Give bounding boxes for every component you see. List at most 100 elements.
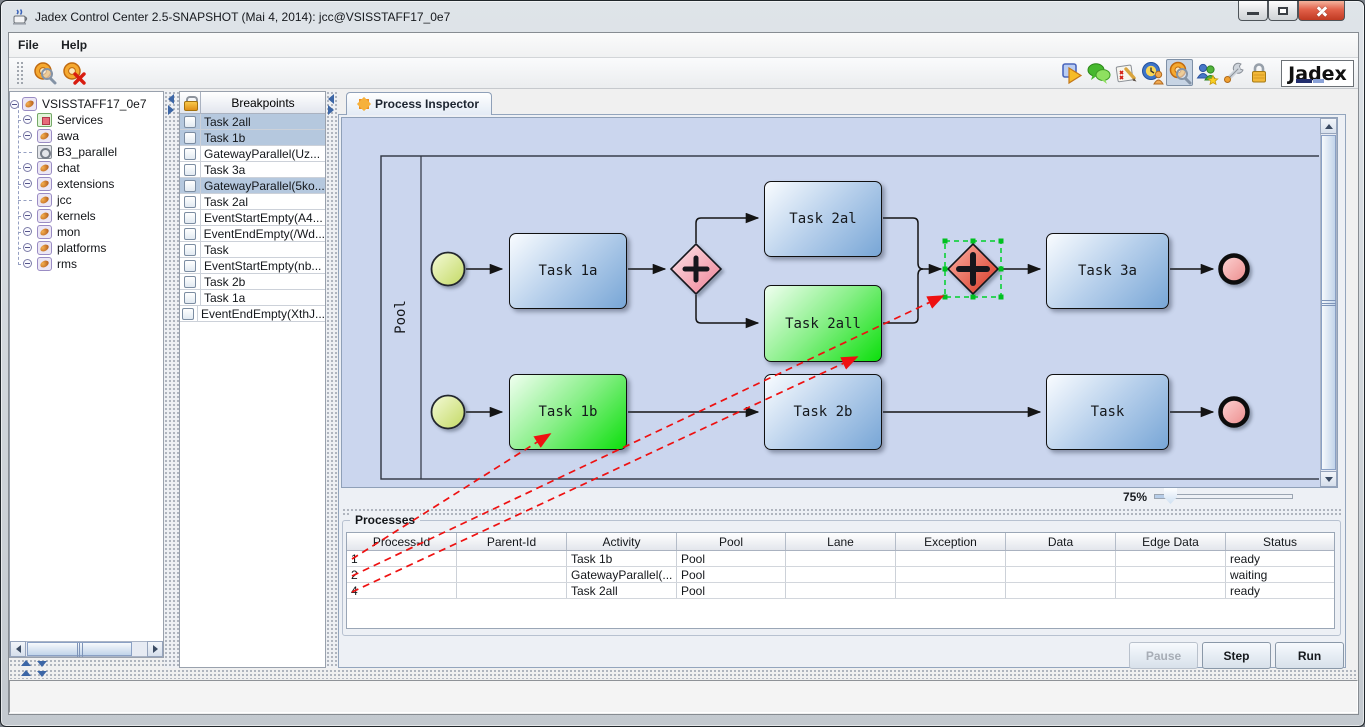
task-node-2all-active[interactable]: Task 2all — [764, 285, 882, 362]
breakpoint-label[interactable]: Task 1b — [201, 131, 245, 145]
breakpoint-checkbox-cell[interactable] — [180, 130, 201, 145]
tree-item-label[interactable]: chat — [57, 161, 80, 175]
test-center-button[interactable] — [1112, 59, 1139, 86]
end-event-top[interactable] — [1221, 256, 1248, 283]
checkbox[interactable] — [184, 116, 196, 128]
toolbar-grip[interactable] — [16, 61, 24, 85]
scroll-down-button[interactable] — [1320, 471, 1337, 487]
tree-expand-handle[interactable] — [23, 227, 32, 236]
process-row[interactable]: 2 GatewayParallel(... Pool waiting — [347, 567, 1334, 583]
breakpoint-checkbox-cell[interactable] — [180, 274, 201, 289]
breakpoint-row[interactable]: Task 3a — [180, 162, 325, 178]
checkbox[interactable] — [182, 308, 194, 320]
breakpoint-label[interactable]: GatewayParallel(5ko... — [201, 179, 325, 193]
tree-item-label[interactable]: rms — [57, 257, 77, 271]
breakpoint-checkbox-cell[interactable] — [180, 306, 198, 321]
breakpoint-label[interactable]: Task 2all — [201, 115, 251, 129]
tree-item-label[interactable]: B3_parallel — [57, 145, 117, 159]
gateway-parallel-join-active[interactable] — [948, 244, 998, 294]
simulation-button[interactable] — [1139, 59, 1166, 86]
diagram-vscroll-thumb[interactable] — [1321, 135, 1336, 470]
kill-platform-button[interactable] — [61, 59, 88, 86]
tree-expand-handle[interactable] — [23, 211, 32, 220]
tree-item-label[interactable]: jcc — [57, 193, 72, 207]
checkbox[interactable] — [184, 292, 196, 304]
checkbox[interactable] — [184, 228, 196, 240]
run-button[interactable]: Run — [1275, 642, 1344, 669]
cell-activity[interactable]: Task 1b — [567, 551, 677, 566]
cell-status[interactable]: ready — [1226, 583, 1334, 598]
collapse-down-icon[interactable] — [37, 661, 47, 667]
breakpoint-row[interactable]: Task 2all — [180, 114, 325, 130]
inspector-split-divider[interactable] — [342, 508, 1342, 517]
cell-process-id[interactable]: 4 — [347, 583, 457, 598]
checkbox[interactable] — [184, 196, 196, 208]
tab-label[interactable]: Process Inspector — [375, 97, 479, 111]
menu-help[interactable]: Help — [52, 33, 96, 52]
tree-item-chat[interactable]: chat — [37, 160, 80, 176]
cell-pool[interactable]: Pool — [677, 567, 786, 582]
cell-data[interactable] — [1006, 583, 1116, 598]
cell-exception[interactable] — [896, 551, 1006, 566]
tree-expand-handle[interactable] — [23, 131, 32, 140]
breakpoint-label[interactable]: GatewayParallel(Uz... — [201, 147, 320, 161]
column-header[interactable]: Parent-Id — [457, 533, 567, 550]
breakpoint-checkbox-cell[interactable] — [180, 242, 201, 257]
cell-edge-data[interactable] — [1116, 551, 1226, 566]
tree-item-label[interactable]: mon — [57, 225, 80, 239]
tree-item-label[interactable]: kernels — [57, 209, 96, 223]
tree-item-jcc[interactable]: jcc — [37, 192, 72, 208]
tree-item-kernels[interactable]: kernels — [37, 208, 96, 224]
starter-button[interactable] — [1058, 59, 1085, 86]
task-node-1a[interactable]: Task 1a — [509, 233, 627, 309]
tree-item-mon[interactable]: mon — [37, 224, 80, 240]
checkbox[interactable] — [184, 180, 196, 192]
breakpoint-checkbox-cell[interactable] — [180, 210, 201, 225]
breakpoint-checkbox-cell[interactable] — [180, 146, 201, 161]
column-header[interactable]: Pool — [677, 533, 786, 550]
cell-process-id[interactable]: 2 — [347, 567, 457, 582]
cell-edge-data[interactable] — [1116, 567, 1226, 582]
start-event-top[interactable] — [432, 253, 465, 286]
tree-item-extensions[interactable]: extensions — [37, 176, 114, 192]
breakpoint-label[interactable]: Task — [201, 243, 229, 257]
tree-item-label[interactable]: extensions — [57, 177, 114, 191]
cell-activity[interactable]: Task 2all — [567, 583, 677, 598]
breakpoint-checkbox-cell[interactable] — [180, 226, 201, 241]
checkbox[interactable] — [184, 148, 196, 160]
breakpoints-column-header[interactable]: Breakpoints — [201, 92, 325, 113]
column-header[interactable]: Exception — [896, 533, 1006, 550]
breakpoints-inspector-splitter[interactable] — [326, 91, 338, 668]
cell-status[interactable]: waiting — [1226, 567, 1334, 582]
checkbox[interactable] — [184, 212, 196, 224]
column-header[interactable]: Status — [1226, 533, 1334, 550]
checkbox[interactable] — [184, 132, 196, 144]
column-header[interactable]: Data — [1006, 533, 1116, 550]
add-platform-button[interactable] — [31, 59, 58, 86]
cell-data[interactable] — [1006, 567, 1116, 582]
tree-item-services[interactable]: Services — [37, 112, 103, 128]
cell-status[interactable]: ready — [1226, 551, 1334, 566]
tree-breakpoints-splitter[interactable] — [164, 91, 179, 668]
task-node-1b-active[interactable]: Task 1b — [509, 374, 627, 450]
task-node-2al[interactable]: Task 2al — [764, 181, 882, 257]
breakpoint-checkbox-cell[interactable] — [180, 194, 201, 209]
maximize-button[interactable] — [1268, 1, 1298, 21]
cell-data[interactable] — [1006, 551, 1116, 566]
breakpoint-label[interactable]: Task 1a — [201, 291, 245, 305]
task-node-3a[interactable]: Task 3a — [1046, 233, 1169, 309]
expand-up-icon[interactable] — [21, 670, 31, 676]
task-node-plain[interactable]: Task — [1046, 374, 1169, 450]
tree-item-label[interactable]: platforms — [57, 241, 106, 255]
cell-lane[interactable] — [786, 567, 896, 582]
breakpoint-label[interactable]: EventStartEmpty(nb... — [201, 259, 321, 273]
end-event-bottom[interactable] — [1221, 399, 1248, 426]
breakpoint-row[interactable]: EventEndEmpty(XthJ... — [180, 306, 325, 322]
menu-file[interactable]: File — [9, 33, 48, 52]
cell-parent-id[interactable] — [457, 567, 567, 582]
column-header[interactable]: Activity — [567, 533, 677, 550]
tab-process-inspector[interactable]: Process Inspector — [346, 92, 492, 115]
process-row[interactable]: 4 Task 2all Pool ready — [347, 583, 1334, 599]
scroll-up-button[interactable] — [1320, 118, 1337, 134]
scroll-right-button[interactable] — [147, 641, 163, 657]
